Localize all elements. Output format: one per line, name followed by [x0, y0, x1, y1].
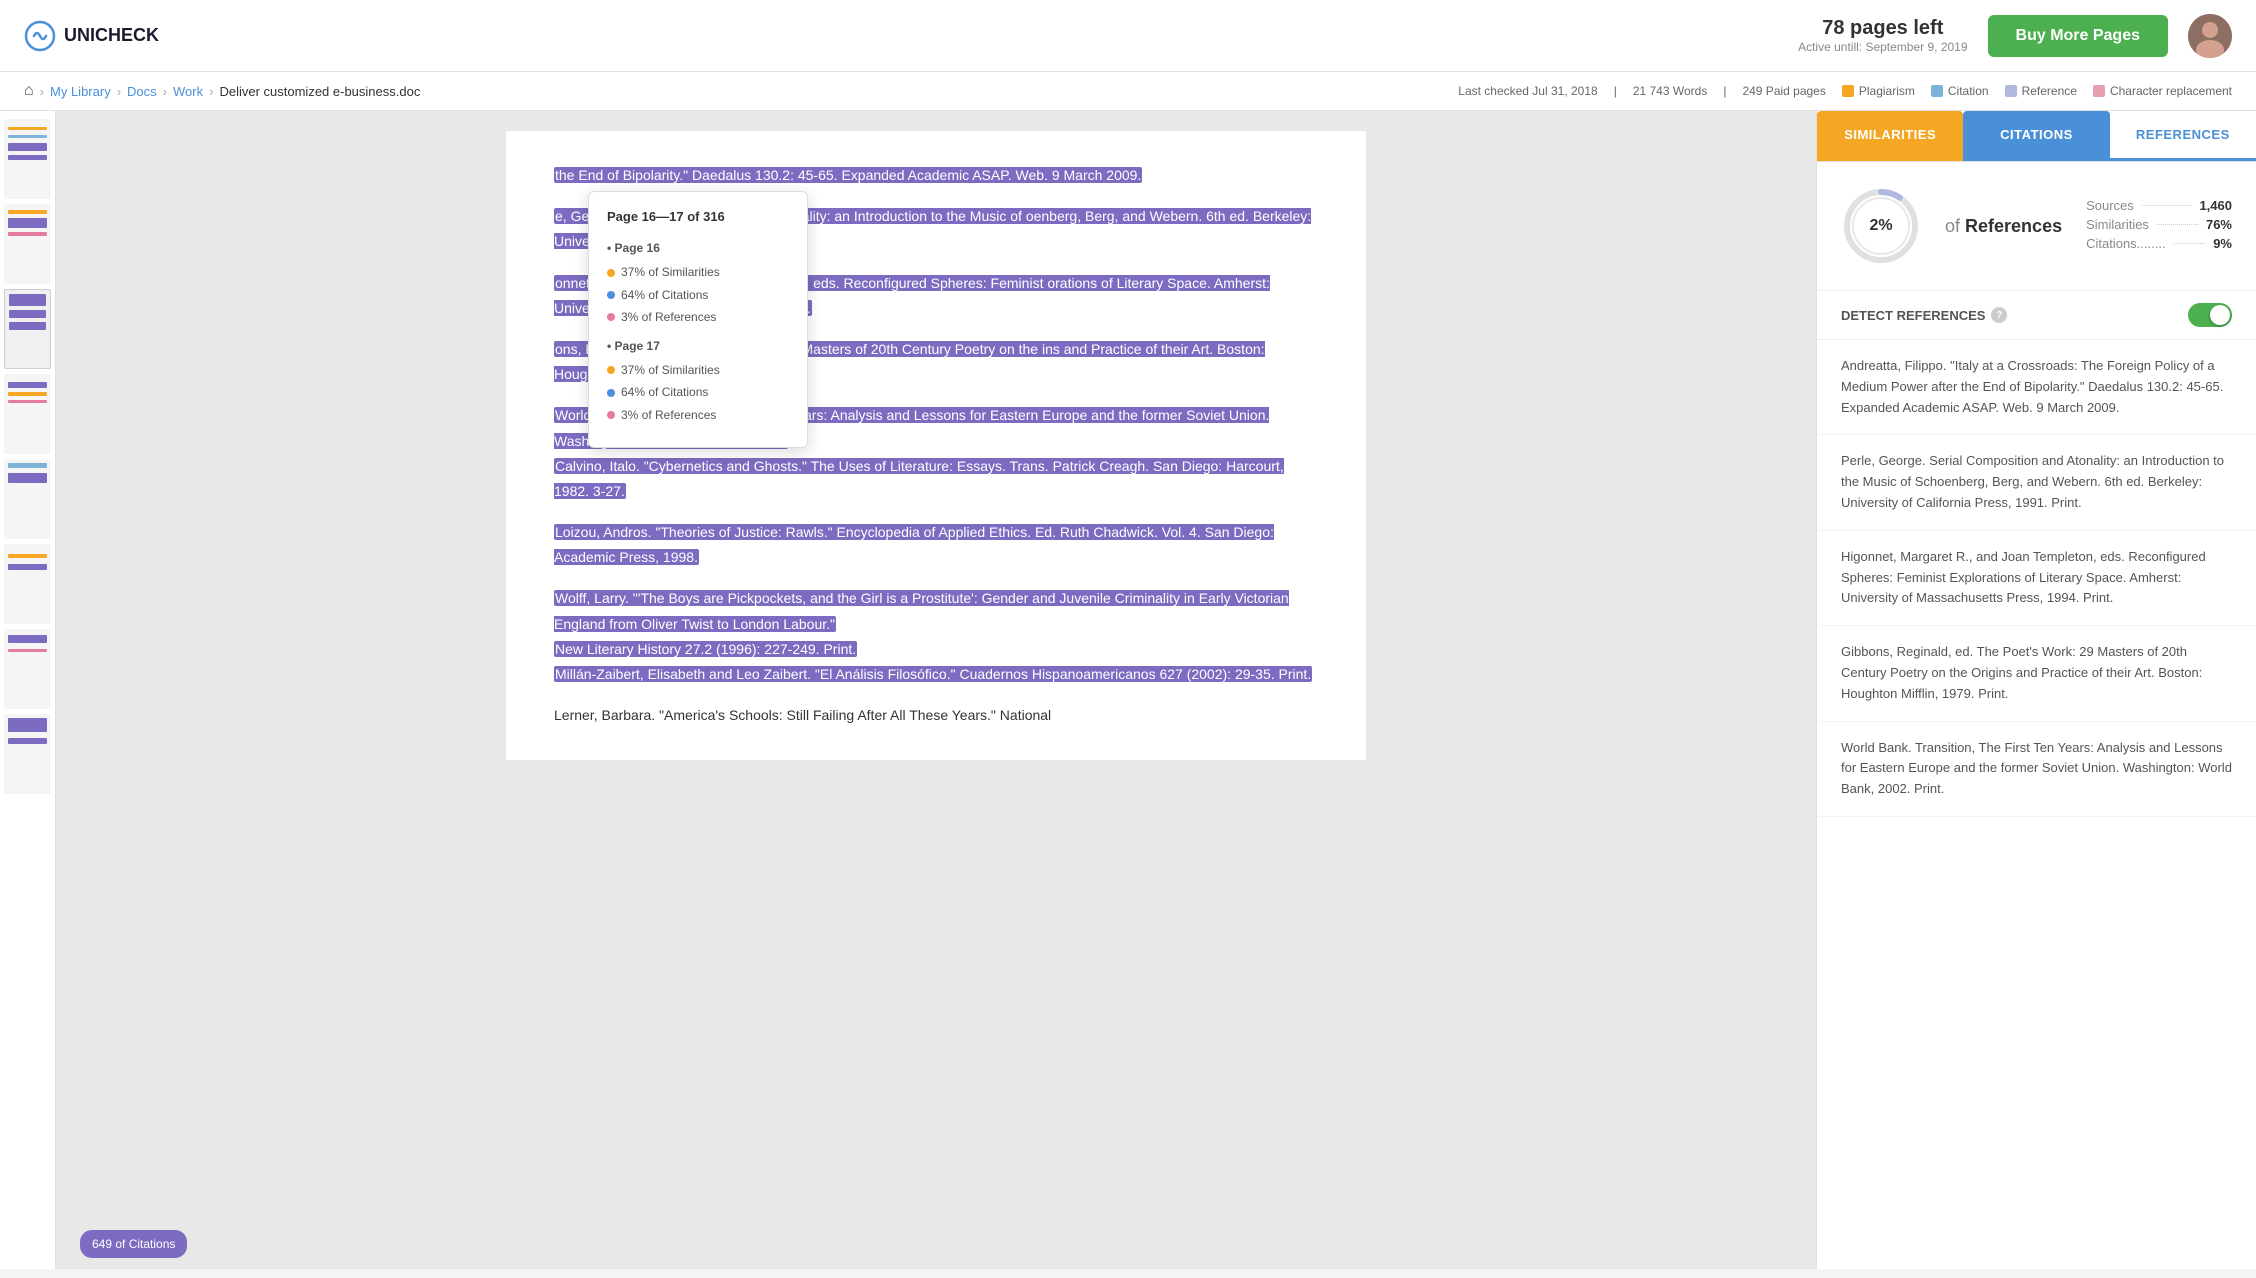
- detect-references-section: DETECT REFERENCES ?: [1817, 291, 2256, 340]
- tab-citations[interactable]: CITATIONS: [1963, 111, 2109, 161]
- minimap-page-1[interactable]: [4, 119, 51, 199]
- highlight-para5-2: Calvino, Italo. "Cybernetics and Ghosts.…: [554, 458, 1284, 499]
- tooltip-page17-section: • Page 17 37% of Similarities 64% of Cit…: [607, 336, 789, 426]
- of-refs-text: of References: [1945, 216, 2062, 237]
- list-item[interactable]: Andreatta, Filippo. "Italy at a Crossroa…: [1817, 340, 2256, 435]
- detect-references-toggle[interactable]: [2188, 303, 2232, 327]
- stat-row-sources: Sources 1,460: [2086, 198, 2232, 213]
- right-panel: SIMILARITIES CITATIONS REFERENCES 2% of …: [1816, 111, 2256, 1269]
- breadcrumb-bar: ⌂ › My Library › Docs › Work › Deliver c…: [0, 72, 2256, 111]
- tooltip-p17-similarities: 37% of Similarities: [607, 360, 789, 380]
- stat-row-similarities: Similarities 76%: [2086, 217, 2232, 232]
- breadcrumb-my-library[interactable]: My Library: [50, 84, 111, 99]
- minimap-page-3[interactable]: [4, 289, 51, 369]
- list-item[interactable]: Higonnet, Margaret R., and Joan Templeto…: [1817, 531, 2256, 626]
- tooltip-page16-section: • Page 16 37% of Similarities 64% of Cit…: [607, 238, 789, 328]
- minimap-sidebar[interactable]: [0, 111, 56, 1269]
- doc-area[interactable]: Page 16—17 of 316 • Page 16 37% of Simil…: [56, 111, 1816, 1269]
- highlight-para7-3: Millán-Zaibert, Elisabeth and Leo Zaiber…: [554, 666, 1312, 682]
- tooltip-page16-title: • Page 16: [607, 238, 789, 258]
- tooltip-p16-similarities: 37% of Similarities: [607, 262, 789, 282]
- meta-info: Last checked Jul 31, 2018 | 21 743 Words…: [1458, 84, 2232, 98]
- breadcrumb-docs[interactable]: Docs: [127, 84, 157, 99]
- legend-reference: Reference: [2005, 84, 2077, 98]
- avatar[interactable]: [2188, 14, 2232, 58]
- plagiarism-color: [1842, 85, 1854, 97]
- toggle-knob: [2210, 305, 2230, 325]
- circle-percent: 2%: [1869, 217, 1892, 235]
- minimap-page-4[interactable]: [4, 374, 51, 454]
- similarity-dot: [607, 269, 615, 277]
- tooltip-p16-references: 3% of References: [607, 307, 789, 327]
- minimap-page-2[interactable]: [4, 204, 51, 284]
- doc-page: Page 16—17 of 316 • Page 16 37% of Simil…: [506, 131, 1366, 760]
- legend-plagiarism: Plagiarism: [1842, 84, 1915, 98]
- character-replacement-color: [2093, 85, 2105, 97]
- breadcrumb: ⌂ › My Library › Docs › Work › Deliver c…: [24, 82, 420, 100]
- tab-references[interactable]: REFERENCES: [2110, 111, 2256, 161]
- citations-badge: 649 of Citations: [80, 1230, 187, 1258]
- highlight-para1: the End of Bipolarity." Daedalus 130.2: …: [554, 167, 1142, 183]
- legend-character-replacement: Character replacement: [2093, 84, 2232, 98]
- references-list[interactable]: Andreatta, Filippo. "Italy at a Crossroa…: [1817, 340, 2256, 1269]
- tooltip-page17-title: • Page 17: [607, 336, 789, 356]
- circle-chart: 2%: [1841, 186, 1921, 266]
- stat-row-citations: Citations........ 9%: [2086, 236, 2232, 251]
- legend-citation: Citation: [1931, 84, 1989, 98]
- home-icon[interactable]: ⌂: [24, 82, 34, 100]
- similarity-dot-2: [607, 366, 615, 374]
- header-right: 78 pages left Active untill: September 9…: [1798, 14, 2232, 58]
- avatar-image: [2188, 14, 2232, 58]
- minimap-page-8[interactable]: [4, 714, 51, 794]
- tooltip-p16-citations: 64% of Citations: [607, 285, 789, 305]
- info-icon[interactable]: ?: [1991, 307, 2007, 323]
- citation-dot-2: [607, 389, 615, 397]
- list-item[interactable]: World Bank. Transition, The First Ten Ye…: [1817, 722, 2256, 817]
- of-references-label: of References: [1945, 216, 2062, 237]
- main-layout: Page 16—17 of 316 • Page 16 37% of Simil…: [0, 111, 2256, 1269]
- para8: Lerner, Barbara. "America's Schools: Sti…: [554, 703, 1318, 728]
- logo-text: UNICHECK: [64, 25, 159, 46]
- breadcrumb-current-doc: Deliver customized e-business.doc: [219, 84, 420, 99]
- pages-active-date: Active untill: September 9, 2019: [1798, 40, 1967, 54]
- last-checked: Last checked Jul 31, 2018: [1458, 84, 1597, 98]
- pages-info: 78 pages left Active untill: September 9…: [1798, 17, 1967, 54]
- highlight-para7-2: New Literary History 27.2 (1996): 227-24…: [554, 641, 857, 657]
- pages-left-count: 78 pages left: [1798, 17, 1967, 40]
- stats-numbers: Sources 1,460 Similarities 76% Citations…: [2086, 198, 2232, 255]
- minimap-page-7[interactable]: [4, 629, 51, 709]
- logo-icon: [24, 20, 56, 52]
- buy-more-pages-button[interactable]: Buy More Pages: [1988, 15, 2168, 57]
- reference-dot: [607, 313, 615, 321]
- panel-tabs: SIMILARITIES CITATIONS REFERENCES: [1817, 111, 2256, 162]
- highlight-para6: Loizou, Andros. "Theories of Justice: Ra…: [554, 524, 1274, 565]
- tooltip-title: Page 16—17 of 316: [607, 206, 789, 228]
- header: UNICHECK 78 pages left Active untill: Se…: [0, 0, 2256, 72]
- list-item[interactable]: Perle, George. Serial Composition and At…: [1817, 435, 2256, 530]
- highlight-para7-1: Wolff, Larry. "'The Boys are Pickpockets…: [554, 590, 1289, 631]
- reference-color: [2005, 85, 2017, 97]
- tooltip-p17-references: 3% of References: [607, 405, 789, 425]
- detect-references-label: DETECT REFERENCES: [1841, 308, 1985, 323]
- breadcrumb-work[interactable]: Work: [173, 84, 203, 99]
- tab-similarities[interactable]: SIMILARITIES: [1817, 111, 1963, 161]
- reference-dot-2: [607, 411, 615, 419]
- minimap-page-6[interactable]: [4, 544, 51, 624]
- logo: UNICHECK: [24, 20, 159, 52]
- word-count: 21 743 Words: [1633, 84, 1708, 98]
- paid-pages: 249 Paid pages: [1742, 84, 1825, 98]
- legend: Plagiarism Citation Reference Character …: [1842, 84, 2232, 98]
- tooltip-p17-citations: 64% of Citations: [607, 382, 789, 402]
- detect-label-group: DETECT REFERENCES ?: [1841, 307, 2007, 323]
- minimap-page-5[interactable]: [4, 459, 51, 539]
- page-tooltip: Page 16—17 of 316 • Page 16 37% of Simil…: [588, 191, 808, 448]
- list-item[interactable]: Gibbons, Reginald, ed. The Poet's Work: …: [1817, 626, 2256, 721]
- stats-section: 2% of References Sources 1,460 Similarit…: [1817, 162, 2256, 291]
- citation-color: [1931, 85, 1943, 97]
- citation-dot: [607, 291, 615, 299]
